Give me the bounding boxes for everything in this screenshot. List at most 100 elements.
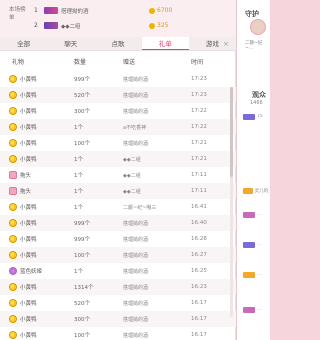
audience-item[interactable]: … xyxy=(243,240,269,249)
gift-name: 小黄鸭 xyxy=(20,77,37,83)
rank-row[interactable]: 2 ◆◆二组 325 xyxy=(34,20,168,31)
guard-avatar[interactable] xyxy=(250,19,266,35)
time-cell: 16:17 xyxy=(191,332,207,338)
close-icon[interactable]: × xyxy=(223,40,231,48)
table-row: 拖头 1个 ◆◆二组 17:11 xyxy=(0,183,236,199)
coin-icon xyxy=(149,22,155,29)
recipient-cell: ◆◆二组 xyxy=(123,188,141,195)
quantity-cell: 1个 xyxy=(74,125,83,131)
audience-name: 灵儿的九 xyxy=(254,188,269,194)
guard-title: 守护 xyxy=(245,10,259,18)
duck-icon xyxy=(9,155,17,163)
header-recipient: 赠送 xyxy=(123,58,136,66)
recipient-cell: 搭理拗的酒 xyxy=(123,284,149,291)
gift-cell: 小黄鸭 xyxy=(0,315,74,323)
duck-icon xyxy=(9,299,17,307)
recipient-cell: 搭理拗的酒 xyxy=(123,220,149,227)
gift-name: 小黄鸭 xyxy=(20,237,37,243)
table-row: 小黄鸭 1个 二颤~纪~嗷三 16:41 xyxy=(0,199,236,215)
table-row: 小黄鸭 100个 搭理拗的酒 16:27 xyxy=(0,247,236,263)
duck-icon xyxy=(9,139,17,147)
gift-cell: 小黄鸭 xyxy=(0,251,74,259)
recipient-cell: 搭理拗的酒 xyxy=(123,316,149,323)
rank-row[interactable]: 1 搭理拗的酒 6700 xyxy=(34,5,172,16)
coin-icon xyxy=(149,7,155,14)
gift-name: 拖头 xyxy=(20,189,32,195)
slipper-icon xyxy=(9,171,17,179)
gift-cell: 小黄鸭 xyxy=(0,219,74,227)
rank-score-value: 325 xyxy=(157,22,169,29)
duck-icon xyxy=(9,91,17,99)
gift-cell: 小黄鸭 xyxy=(0,331,74,339)
rank-number: 2 xyxy=(34,22,38,29)
audience-item[interactable]: … xyxy=(243,305,269,314)
quantity-cell: 999个 xyxy=(74,237,90,243)
table-row: 小黄鸭 100个 搭理拗的酒 17:21 xyxy=(0,135,236,151)
recipient-cell: 搭理拗的酒 xyxy=(123,236,149,243)
time-cell: 16:17 xyxy=(191,316,207,322)
gift-name: 小黄鸭 xyxy=(20,109,37,115)
quantity-cell: 520个 xyxy=(74,93,90,99)
gift-name: 蓝色妖姬 xyxy=(20,269,43,275)
recipient-cell: 搭理拗的酒 xyxy=(123,92,149,99)
audience-item[interactable]: … xyxy=(243,210,269,219)
gift-name: 小黄鸭 xyxy=(20,205,37,211)
audience-count: 1466 xyxy=(250,100,263,106)
gift-name: 小黄鸭 xyxy=(20,333,37,339)
table-row: 小黄鸭 1个 a不吃香神 17:22 xyxy=(0,119,236,135)
rank-name: ◆◆二组 xyxy=(61,23,81,30)
gift-cell: 小黄鸭 xyxy=(0,203,74,211)
recipient-cell: 搭理拗的酒 xyxy=(123,332,149,339)
time-cell: 17:23 xyxy=(191,76,207,82)
rank-score-value: 6700 xyxy=(157,7,173,14)
gift-cell: 小黄鸭 xyxy=(0,235,74,243)
audience-name: … xyxy=(257,272,262,277)
tab-bar: 全部 聊天 点歌 礼单 游戏 xyxy=(0,37,236,51)
quantity-cell: 1个 xyxy=(74,173,83,179)
quantity-cell: 1个 xyxy=(74,189,83,195)
level-badge-icon xyxy=(243,306,255,313)
table-row: 小黄鸭 100个 搭理拗的酒 16:17 xyxy=(0,327,236,340)
scrollbar[interactable] xyxy=(230,87,233,317)
gift-cell: 小黄鸭 xyxy=(0,139,74,147)
table-row: 小黄鸭 300个 搭理拗的酒 17:22 xyxy=(0,103,236,119)
level-badge-icon xyxy=(243,113,255,120)
duck-icon xyxy=(9,203,17,211)
gift-name: 小黄鸭 xyxy=(20,157,37,163)
duck-icon xyxy=(9,107,17,115)
audience-item[interactable]: … xyxy=(243,270,269,279)
quantity-cell: 999个 xyxy=(74,77,90,83)
header-quantity: 数量 xyxy=(74,58,87,66)
quantity-cell: 520个 xyxy=(74,301,90,307)
quantity-cell: 1314个 xyxy=(74,285,94,291)
gift-cell: 小黄鸭 xyxy=(0,107,74,115)
gift-name: 小黄鸭 xyxy=(20,141,37,147)
tab-song[interactable]: 点歌 xyxy=(94,37,141,50)
gift-cell: 小黄鸭 xyxy=(0,299,74,307)
tab-gift-list[interactable]: 礼单 xyxy=(141,37,189,50)
quantity-cell: 1个 xyxy=(74,269,83,275)
tab-all[interactable]: 全部 xyxy=(0,37,47,50)
audience-name: … xyxy=(257,242,262,247)
slipper-icon xyxy=(9,187,17,195)
quantity-cell: 100个 xyxy=(74,141,90,147)
quantity-cell: 100个 xyxy=(74,253,90,259)
recipient-cell: 搭理拗的酒 xyxy=(123,140,149,147)
rank-strip: 本场榜单 1 搭理拗的酒 6700 2 ◆◆二组 325 xyxy=(0,0,236,37)
duck-icon xyxy=(9,75,17,83)
gift-cell: 小黄鸭 xyxy=(0,283,74,291)
audience-item[interactable]: 灵儿的九 xyxy=(243,186,269,195)
gift-name: 小黄鸭 xyxy=(20,125,37,131)
tab-chat[interactable]: 聊天 xyxy=(47,37,94,50)
gift-cell: 小黄鸭 xyxy=(0,75,74,83)
audience-item[interactable]: 75 xyxy=(243,112,269,121)
gift-name: 小黄鸭 xyxy=(20,285,37,291)
header-time: 时间 xyxy=(191,58,204,66)
recipient-cell: 搭理拗的酒 xyxy=(123,268,149,275)
gift-name: 小黄鸭 xyxy=(20,253,37,259)
scrollbar-thumb[interactable] xyxy=(230,87,233,177)
recipient-cell: ◆◆二组 xyxy=(123,172,141,179)
recipient-cell: ◆◆二组 xyxy=(123,156,141,163)
gift-cell: 蓝色妖姬 xyxy=(0,267,74,275)
table-row: 小黄鸭 300个 搭理拗的酒 16:17 xyxy=(0,311,236,327)
